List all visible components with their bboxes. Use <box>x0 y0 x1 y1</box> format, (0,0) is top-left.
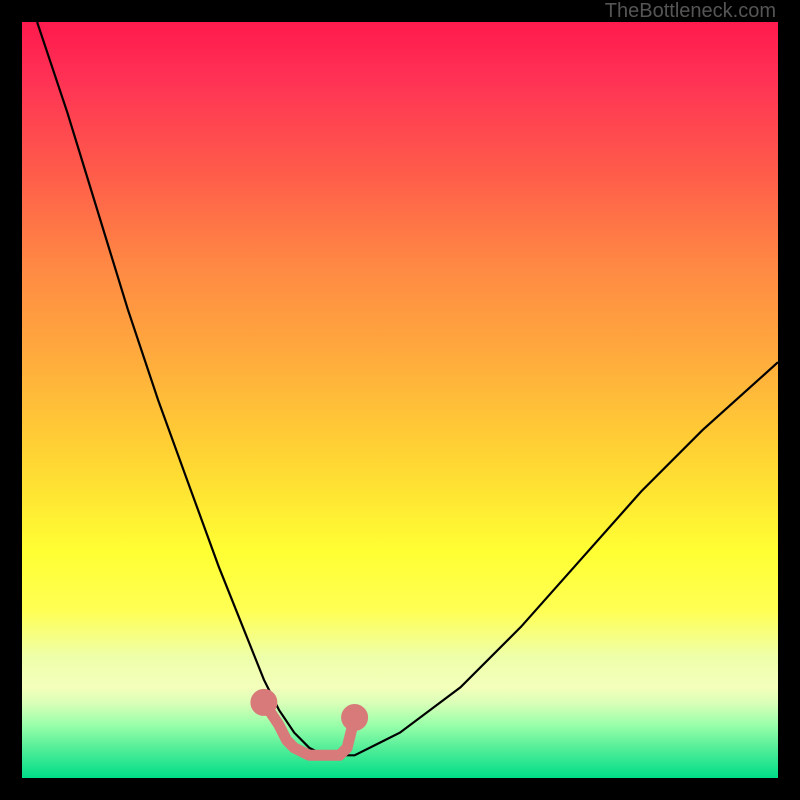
highlight-segment <box>256 694 363 755</box>
plot-area <box>22 22 778 778</box>
curve-svg <box>22 22 778 778</box>
watermark-text: TheBottleneck.com <box>605 0 776 23</box>
chart-container: TheBottleneck.com <box>0 0 800 800</box>
bottleneck-curve <box>37 22 778 755</box>
